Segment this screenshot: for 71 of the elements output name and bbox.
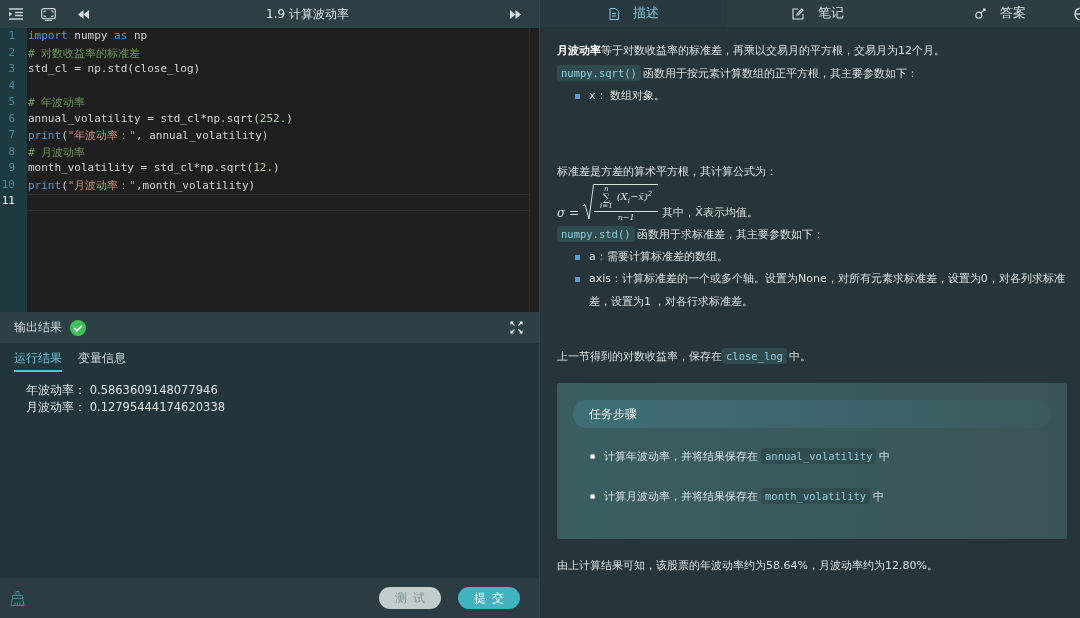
formula-note: 其中，X̄表示均值。 [662, 204, 758, 221]
parameter-text: a：需要计算标准差的数组。 [589, 248, 729, 265]
paragraph-text: 由上计算结果可知，该股票的年波动率约为58.64%，月波动率约为12.80%。 [557, 558, 939, 574]
bullet-icon [575, 277, 580, 282]
step-text: 计算月波动率，并将结果保存在 [604, 490, 758, 503]
code-editor[interactable] [0, 28, 539, 312]
panel-tab[interactable]: 答案 [909, 0, 1072, 27]
code-line: annual_volatility = std_cl*np.sqrt(252.) [27, 111, 294, 127]
square-root-icon [582, 183, 595, 220]
bullet-icon [575, 94, 580, 99]
step-text: 计算年波动率，并将结果保存在 [604, 450, 758, 463]
line-number: 5 [7, 95, 16, 110]
output-tab[interactable]: 运行结果 [14, 350, 62, 372]
paragraph-text: 中。 [788, 350, 811, 363]
line-number: 2 [7, 45, 16, 61]
line-number: 7 [7, 128, 16, 143]
screen-icon[interactable] [41, 7, 56, 21]
edit-icon[interactable] [792, 7, 804, 20]
line-number: 8 [7, 144, 16, 160]
code-line: # 年波动率 [27, 95, 87, 111]
paragraph-text: 函数用于求标准差，其主要参数如下： [636, 227, 824, 241]
parameter-text: x： 数组对象。 [589, 88, 666, 104]
bullet-icon [590, 494, 595, 499]
code-snippet: month_volatility [761, 488, 871, 504]
line-number: 3 [7, 62, 16, 77]
code-line: print("年波动率：", annual_volatility) [27, 128, 270, 144]
code-line: # 月波动率 [27, 144, 87, 161]
expand-icon[interactable] [510, 321, 523, 334]
step-text: 中 [879, 450, 891, 463]
paragraph-text: 标准差是方差的算术平方根，其计算公式为： [557, 163, 778, 180]
paragraph-text: 函数用于按元素计算数组的正平方根，其主要参数如下： [642, 67, 918, 80]
bullet-icon [575, 254, 580, 260]
code-line: month_volatility = std_cl*np.sqrt(12.) [27, 161, 281, 176]
code-snippet: numpy.std() [557, 225, 635, 242]
step-text: 中 [873, 490, 885, 503]
key-icon[interactable] [975, 8, 986, 19]
formula-summand: (X$_{i}$−x̄)$^{2}$ [616, 188, 653, 208]
code-line: std_cl = np.std(close_log) [27, 62, 202, 77]
broom-icon[interactable] [10, 590, 25, 606]
code-line: # 对数收益率的标准差 [27, 45, 142, 62]
task-title: 任务步骤 [573, 400, 1051, 428]
line-number: 10 [0, 177, 16, 193]
line-number: 6 [7, 111, 16, 127]
code-line: import numpy as np [27, 29, 149, 44]
code-snippet: close_log [722, 348, 787, 364]
fast-forward-icon[interactable] [510, 9, 521, 19]
parameter-text: axis：计算标准差的一个或多个轴。设置为None，对所有元素求标准差，设置为0，对各列求标准差，设置为1 ，对各行求标准差。 [589, 271, 1066, 310]
line-number: 1 [7, 29, 16, 44]
output-line: 年波动率： 0.5863609148077946 [26, 382, 219, 399]
output-tab[interactable]: 变量信息 [78, 350, 126, 372]
formula-denominator: n−1 [617, 211, 635, 223]
output-line: 月波动率： 0.12795444174620338 [26, 399, 226, 416]
paragraph-text: 上一节得到的对数收益率，保存在 [557, 350, 722, 363]
indent-icon[interactable] [9, 8, 23, 20]
document-icon[interactable] [608, 7, 619, 20]
bullet-icon [590, 454, 595, 459]
lesson-title: 1.9 计算波动率 [265, 5, 350, 23]
output-title: 输出结果 [14, 319, 62, 336]
circle-icon[interactable] [1072, 6, 1080, 21]
formula-lhs: σ = [557, 204, 580, 221]
sum-symbol: ∑ [602, 192, 610, 203]
panel-tab[interactable]: 笔记 [727, 0, 909, 27]
paragraph-text: 月波动率等于对数收益率的标准差，再乘以交易月的平方根，交易月为12个月。 [557, 43, 946, 59]
code-snippet: annual_volatility [761, 448, 877, 464]
code-snippet: numpy.sqrt() [557, 65, 641, 81]
rewind-icon[interactable] [78, 9, 89, 19]
line-number: 4 [7, 78, 16, 94]
line-number: 11 [0, 194, 16, 209]
panel-tab[interactable]: 描述 [540, 0, 727, 27]
line-number: 9 [7, 161, 16, 176]
code-line: print("月波动率：",month_volatility) [27, 177, 257, 194]
